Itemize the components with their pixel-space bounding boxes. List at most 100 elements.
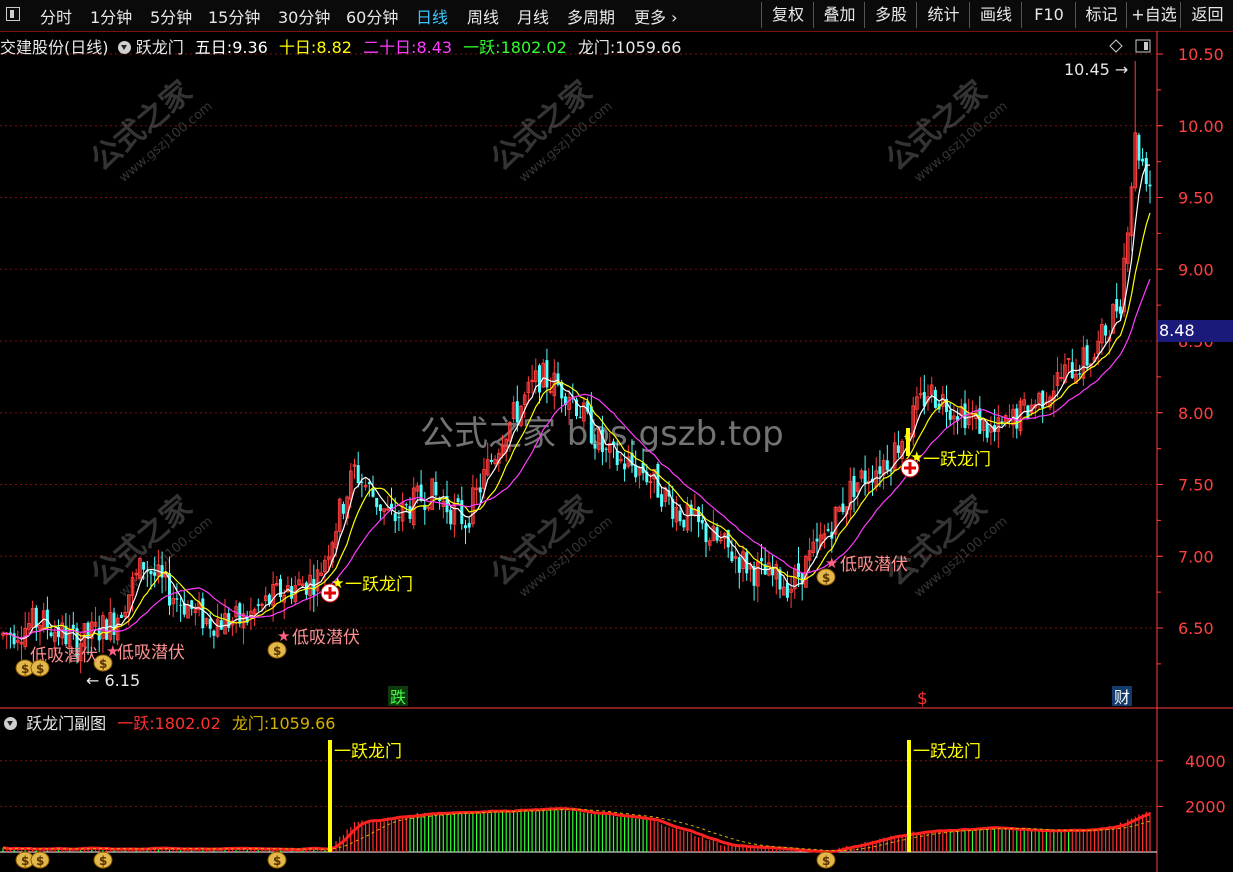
candle-body [12,633,16,645]
candle-body [119,614,123,618]
sub-signal-label: 一跃龙门 [334,742,402,762]
low-price-label: ← 6.15 [86,671,140,690]
candle-body [434,481,438,496]
indicator-menu-icon[interactable] [117,41,131,54]
watermark-tile: 公式之家www.gszj100.com [484,74,615,185]
candle-body [449,509,453,525]
y-tick-label: 10.50 [1178,45,1224,64]
candle-body [49,632,53,636]
period-tab-7[interactable]: 周线 [467,4,499,28]
sub-money-bag-icon-sign: $ [273,854,281,868]
period-tab-4[interactable]: 30分钟 [278,4,330,28]
candle-body [208,618,212,629]
candle-body [201,598,205,629]
candle-body [863,470,867,484]
cai-marker: 财 [1114,688,1130,707]
candles-group [1,61,1152,674]
candle-body [489,459,493,462]
sub-y-tick-label: 2000 [1185,797,1226,816]
candle-body [852,476,856,497]
main-indicator-legend: 交建股份(日线) 跃龙门 五日:9.36 十日:8.82 二十日:8.43 一跃… [0,34,681,57]
candle-body [815,538,819,542]
candle-body [1078,373,1082,375]
candle-body [918,393,923,396]
candle-body [785,582,789,598]
ma10-value: 8.82 [316,38,352,57]
candle-body [212,630,216,636]
candle-body [341,504,345,514]
period-tab-10[interactable]: 更多 › [634,4,678,28]
diamond-icon [1109,39,1123,53]
candle-body [548,390,553,393]
toolbar-button-2[interactable]: 多股 [864,2,917,28]
candle-body [219,620,223,630]
sub-signal-bar [907,740,911,852]
period-tab-1[interactable]: 1分钟 [90,4,132,28]
money-bag-icon-sign: $ [21,662,29,676]
sub-indicator-menu-icon[interactable] [4,717,17,730]
ma5-label: 五日: [194,38,233,57]
candle-body [515,401,519,423]
y-tick-label: 6.50 [1178,619,1214,638]
candle-body [948,410,952,420]
candle-body [312,579,316,595]
buy-plus-icon-v [328,587,332,599]
period-toolbar: 分时 1分钟 5分钟 15分钟 30分钟 60分钟 日线 周线 月线 多周期 更多 › 复权 叠加 多股… [0,0,1233,32]
watermark-tile: 公式之家www.gszj100.com [484,489,615,600]
signal-label-dixi: 低吸潜伏 [117,643,185,663]
sub-indicator-legend: 跃龙门副图 一跃:1802.02 龙门:1059.66 [0,710,335,733]
toolbar-button-6[interactable]: 标记 [1075,2,1127,28]
candle-body [878,466,882,474]
buy-plus-icon-v [908,462,912,474]
candle-body [179,604,183,606]
ma20-value: 8.43 [416,38,453,57]
candle-body [256,604,260,606]
period-tab-3[interactable]: 15分钟 [208,4,260,28]
candle-body [478,487,482,493]
candle-body [393,513,397,522]
period-tab-5[interactable]: 60分钟 [346,4,398,28]
ma5-value: 9.36 [232,38,268,57]
y-tick-label: 7.00 [1178,547,1214,566]
candle-body [1066,358,1071,361]
candle-body [737,557,741,573]
current-price-tag: 8.48 [1158,320,1233,342]
candle-body [175,598,179,600]
toolbar-button-5[interactable]: F10 [1021,2,1076,28]
candle-body [105,619,109,640]
period-tab-6[interactable]: 日线 [416,4,448,28]
toolbar-button-4[interactable]: 画线 [969,2,1022,28]
toolbar-button-7[interactable]: +自选 [1126,2,1181,28]
candle-body [426,506,431,509]
period-tab-9[interactable]: 多周期 [567,4,615,28]
sub-y-tick-label: 4000 [1185,752,1226,771]
candle-body [397,516,401,518]
toolbar-button-3[interactable]: 统计 [916,2,970,28]
candle-body [386,508,390,511]
watermark-tile: 公式之家www.gszj100.com [879,489,1010,600]
toolbar-button-0[interactable]: 复权 [761,2,814,28]
period-tab-0[interactable]: 分时 [40,4,72,28]
candle-body [1148,184,1152,187]
candle-body [356,465,360,484]
kline-chart[interactable]: 10.5010.009.509.008.508.007.507.006.50公式… [0,31,1233,872]
sub-signal-label: 一跃龙门 [913,742,981,762]
ma20-label: 二十日: [363,38,417,57]
candle-body [456,498,460,503]
window-icon-fill [1144,42,1148,50]
candle-body [153,572,157,576]
toolbar-button-8[interactable]: 返回 [1180,2,1233,28]
high-price-label: 10.45 → [1064,60,1128,79]
candle-body [375,497,379,508]
period-tab-8[interactable]: 月线 [517,4,549,28]
toolbar-button-1[interactable]: 叠加 [813,2,865,28]
candle-body [1141,158,1145,162]
y-tick-label: 9.50 [1178,189,1214,208]
sub-title[interactable]: 跃龙门副图 [26,714,106,733]
indicator-name[interactable]: 跃龙门 [136,38,184,57]
dollar-marker: $ [917,689,928,709]
period-tab-2[interactable]: 5分钟 [150,4,192,28]
candle-body [697,507,701,523]
candle-body [71,624,75,629]
layout-toggle-icon[interactable] [6,7,20,21]
